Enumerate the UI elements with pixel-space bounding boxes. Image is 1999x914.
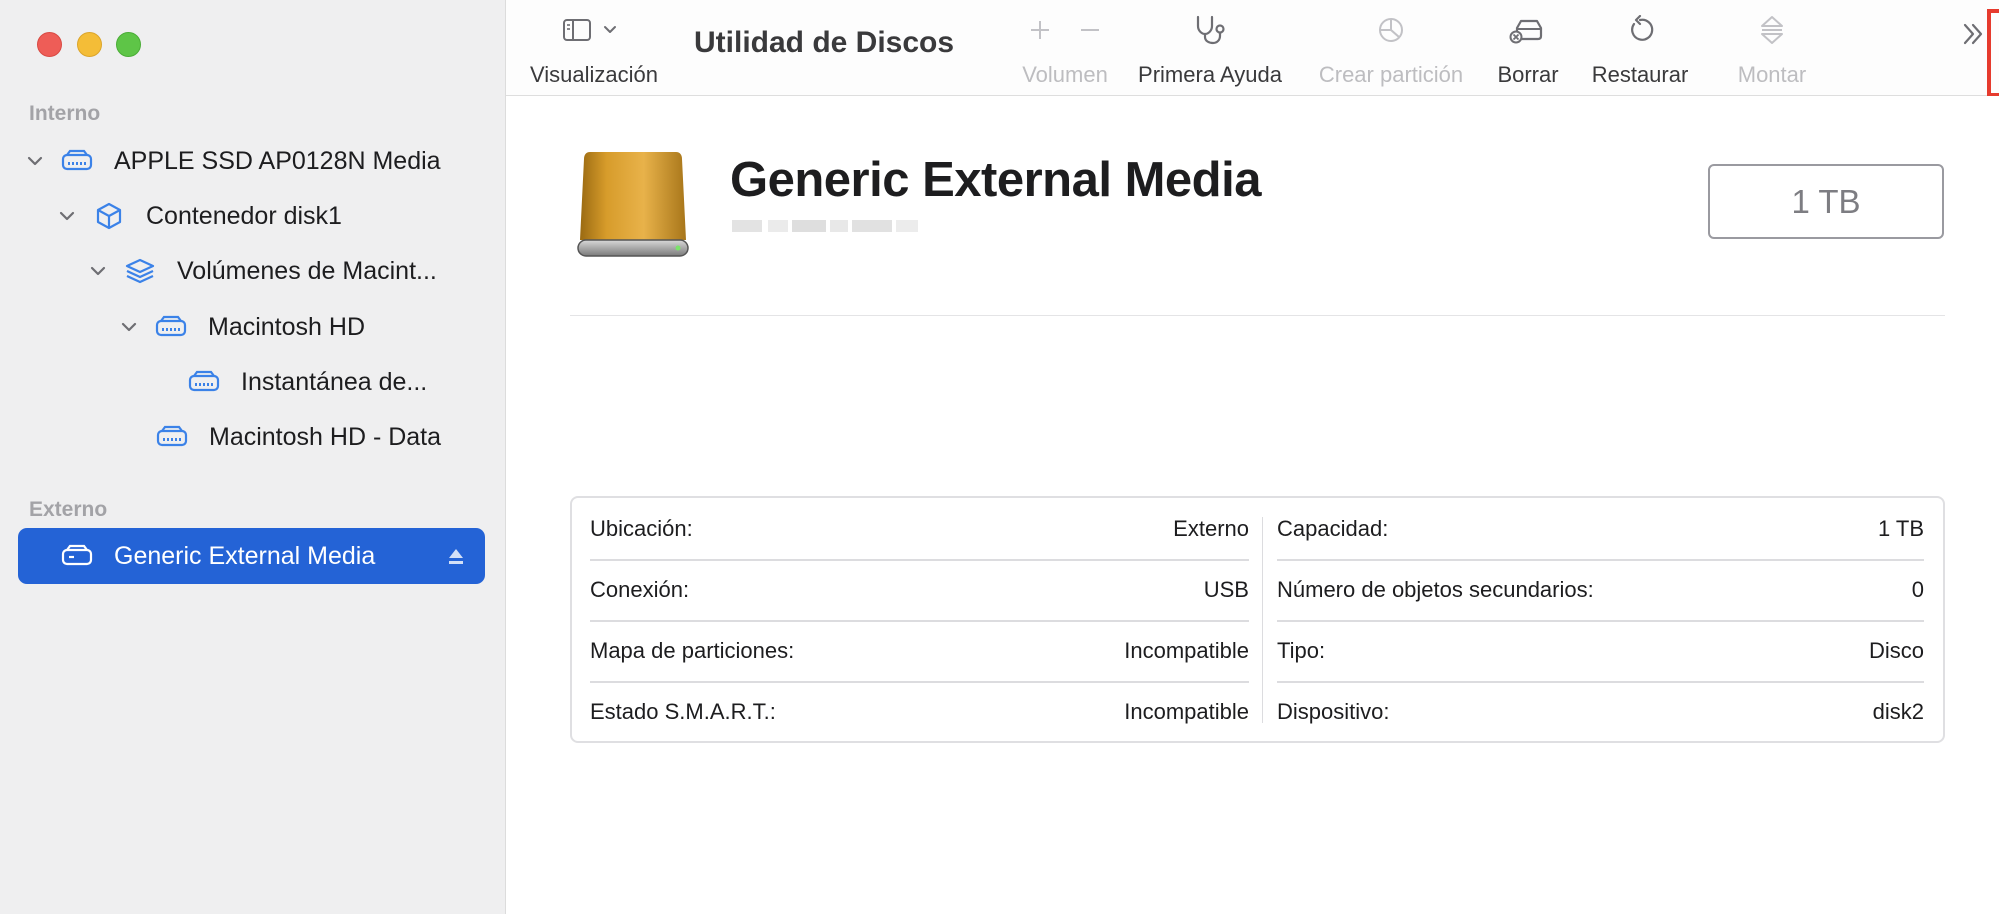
- info-value: disk2: [1872, 698, 1924, 724]
- sidebar-item-label: Contenedor disk1: [146, 201, 342, 230]
- first-aid-button-label: Primera Ayuda: [1138, 62, 1282, 87]
- erase-button[interactable]: Borrar: [1487, 0, 1569, 95]
- internal-drive-icon: [155, 423, 189, 451]
- info-value: Incompatible: [1124, 698, 1249, 724]
- view-button-label: Visualización: [530, 62, 659, 87]
- info-key: Estado S.M.A.R.T.:: [590, 698, 776, 724]
- sidebar-item-label: Macintosh HD: [208, 312, 365, 341]
- chevron-down-icon[interactable]: [118, 316, 140, 338]
- stacked-layers-icon: [123, 257, 157, 285]
- sidebar-section-internal: Interno: [29, 102, 101, 125]
- eject-icon[interactable]: [447, 545, 465, 565]
- chevron-down-icon: [602, 22, 618, 43]
- sidebar-item-label: Instantánea de...: [241, 367, 428, 396]
- erase-drive-icon: [1509, 16, 1547, 49]
- first-aid-button[interactable]: Primera Ayuda: [1130, 0, 1290, 95]
- chevron-down-icon[interactable]: [24, 150, 46, 172]
- info-value: 1 TB: [1877, 515, 1924, 541]
- sidebar-item-apple-ssd[interactable]: APPLE SSD AP0128N Media: [24, 139, 441, 183]
- mount-button-label: Montar: [1737, 62, 1807, 87]
- info-row-connection: Conexión: USB: [590, 559, 1249, 620]
- sidebar-item-macintosh-hd-data[interactable]: Macintosh HD - Data: [155, 415, 441, 459]
- toolbar: Visualización Utilidad de Discos Volumen…: [506, 0, 1999, 97]
- minimize-window-button[interactable]: [77, 32, 102, 57]
- disk-title: Generic External Media: [730, 153, 1261, 207]
- info-key: Mapa de particiones:: [590, 637, 795, 663]
- info-row-child-count: Número de objetos secundarios: 0: [1277, 559, 1924, 620]
- container-cube-icon: [92, 202, 126, 230]
- info-key: Tipo:: [1277, 637, 1326, 663]
- mount-icon: [1757, 14, 1787, 51]
- sidebar-item-label: Macintosh HD - Data: [209, 422, 442, 451]
- window-title: Utilidad de Discos: [694, 26, 955, 59]
- sidebar-item-label: Generic External Media: [114, 541, 376, 570]
- info-row-smart-status: Estado S.M.A.R.T.: Incompatible: [590, 681, 1249, 742]
- toolbar-overflow-button[interactable]: [1953, 0, 1993, 95]
- external-drive-image-icon: [574, 148, 692, 264]
- divider: [570, 315, 1945, 316]
- info-key: Conexión:: [590, 576, 690, 602]
- partition-button[interactable]: Crear partición: [1306, 0, 1476, 95]
- info-value: 0: [1911, 576, 1924, 602]
- info-row-capacity: Capacidad: 1 TB: [1277, 498, 1924, 559]
- info-key: Capacidad:: [1277, 515, 1389, 541]
- sidebar-toggle-icon: [562, 18, 592, 47]
- restore-button-label: Restaurar: [1591, 62, 1689, 87]
- internal-drive-icon: [154, 313, 188, 341]
- double-chevron-right-icon: [1960, 21, 1986, 52]
- restore-arrow-icon: [1625, 14, 1655, 50]
- sidebar-item-generic-external-media[interactable]: Generic External Media: [18, 528, 485, 584]
- mount-button[interactable]: Montar: [1717, 0, 1827, 95]
- info-value: Incompatible: [1124, 637, 1249, 663]
- info-row-type: Tipo: Disco: [1277, 620, 1924, 681]
- info-row-location: Ubicación: Externo: [590, 498, 1249, 559]
- info-value: USB: [1203, 576, 1249, 602]
- minus-icon[interactable]: [1077, 17, 1103, 48]
- sidebar-item-volumes[interactable]: Volúmenes de Macint...: [87, 249, 437, 293]
- chevron-down-icon[interactable]: [87, 260, 109, 282]
- info-key: Ubicación:: [590, 515, 693, 541]
- close-window-button[interactable]: [37, 32, 62, 57]
- plus-icon[interactable]: [1027, 17, 1053, 48]
- info-row-device: Dispositivo: disk2: [1277, 681, 1924, 742]
- sidebar-item-container-disk1[interactable]: Contenedor disk1: [56, 194, 342, 238]
- sidebar-section-external: Externo: [29, 498, 108, 521]
- sidebar-item-snapshot[interactable]: Instantánea de...: [187, 360, 427, 404]
- capacity-indicator: 1 TB: [1708, 164, 1944, 239]
- sidebar-item-macintosh-hd[interactable]: Macintosh HD: [118, 305, 365, 349]
- info-row-partition-map: Mapa de particiones: Incompatible: [590, 620, 1249, 681]
- column-divider: [1262, 517, 1263, 723]
- external-drive-icon: [60, 542, 94, 570]
- disk-info-table: Ubicación: Externo Conexión: USB Mapa de…: [570, 496, 1945, 743]
- volume-button[interactable]: Volumen: [1012, 0, 1118, 95]
- zoom-window-button[interactable]: [116, 32, 141, 57]
- restore-button[interactable]: Restaurar: [1580, 0, 1700, 95]
- info-column-right: Capacidad: 1 TB Número de objetos secund…: [1277, 498, 1924, 741]
- erase-button-label: Borrar: [1497, 62, 1559, 87]
- view-button[interactable]: Visualización: [530, 0, 659, 95]
- stethoscope-icon: [1192, 14, 1228, 51]
- info-column-left: Ubicación: Externo Conexión: USB Mapa de…: [590, 498, 1249, 741]
- internal-drive-icon: [60, 147, 94, 175]
- info-value: Disco: [1868, 637, 1924, 663]
- partition-button-label: Crear partición: [1318, 62, 1464, 87]
- internal-drive-icon: [187, 368, 221, 396]
- info-key: Dispositivo:: [1277, 698, 1390, 724]
- volume-button-label: Volumen: [1022, 62, 1108, 87]
- sidebar-item-label: Volúmenes de Macint...: [177, 256, 437, 285]
- info-value: Externo: [1173, 515, 1249, 541]
- pie-chart-icon: [1376, 15, 1406, 50]
- main-panel: Generic External Media 1 TB Ubicación: E…: [506, 96, 1999, 914]
- sidebar-item-label: APPLE SSD AP0128N Media: [114, 146, 441, 175]
- info-key: Número de objetos secundarios:: [1277, 576, 1594, 602]
- disk-subtitle-redacted: [732, 216, 918, 236]
- sidebar: Interno APPLE SSD AP0128N Media Contened…: [0, 0, 506, 914]
- chevron-down-icon[interactable]: [56, 205, 78, 227]
